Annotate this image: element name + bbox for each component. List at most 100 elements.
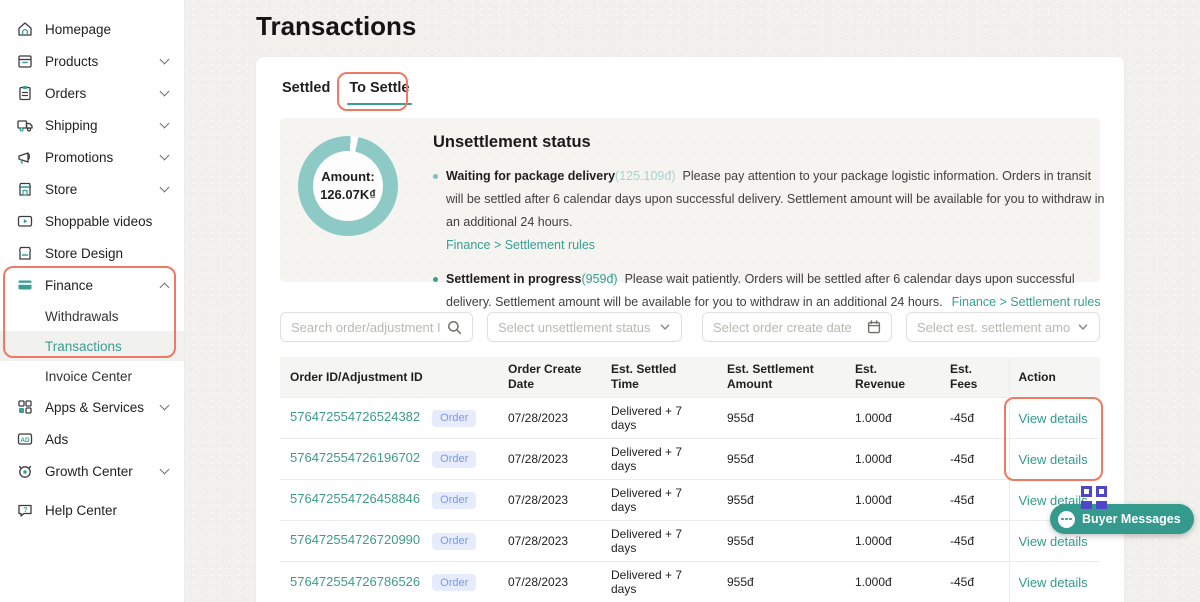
notice-amount: (959đ)	[581, 272, 617, 286]
view-details-link[interactable]: View details	[1019, 575, 1088, 590]
sidebar-item-label: Help Center	[45, 503, 117, 518]
sidebar-item-products[interactable]: Products	[0, 45, 184, 77]
order-id-link[interactable]: 576472554726786526	[290, 574, 420, 589]
sidebar-item-label: Products	[45, 54, 98, 69]
notice-amount: (125.109đ)	[615, 169, 675, 183]
est-revenue: 1.000đ	[845, 439, 940, 480]
orders-icon	[16, 84, 34, 102]
view-details-link[interactable]: View details	[1019, 411, 1088, 426]
est-fees: -45đ	[940, 398, 1009, 439]
sidebar-item-growth-center[interactable]: Growth Center	[0, 455, 184, 487]
est-settlement-amount: 955đ	[717, 398, 845, 439]
order-id-link[interactable]: 576472554726196702	[290, 450, 420, 465]
svg-text:AD: AD	[20, 437, 30, 444]
transactions-table: Order ID/Adjustment IDOrder Create DateE…	[280, 357, 1100, 602]
est-revenue: 1.000đ	[845, 398, 940, 439]
order-type-badge: Order	[432, 492, 476, 509]
est-fees: -45đ	[940, 521, 1009, 562]
order-type-badge: Order	[432, 451, 476, 468]
table-row: 576472554726720990Order07/28/2023Deliver…	[280, 521, 1100, 562]
chevron-down-icon[interactable]	[659, 321, 671, 333]
search-order-filter[interactable]	[280, 312, 473, 342]
sidebar-item-apps-services[interactable]: Apps & Services	[0, 391, 184, 423]
chevron-down-icon	[160, 182, 170, 192]
bullet-dot-icon	[433, 174, 438, 179]
sidebar-item-ads[interactable]: ADAds	[0, 423, 184, 455]
chat-bubble-icon	[1058, 511, 1075, 528]
products-icon	[16, 52, 34, 70]
chevron-down-icon	[160, 400, 170, 410]
column-header: Est. Settlement Amount	[717, 357, 845, 398]
sidebar-item-shoppable-videos[interactable]: Shoppable videos	[0, 205, 184, 237]
est-settlement-amount-input[interactable]	[917, 320, 1071, 335]
buyer-messages-label: Buyer Messages	[1082, 512, 1181, 526]
sidebar-item-homepage[interactable]: Homepage	[0, 13, 184, 45]
finance-icon	[16, 276, 34, 294]
column-header: Action	[1009, 357, 1100, 398]
unsettlement-status-select[interactable]	[487, 312, 682, 342]
est-settlement-amount-select[interactable]	[906, 312, 1100, 342]
store-icon	[16, 180, 34, 198]
order-type-badge: Order	[432, 533, 476, 550]
order-id-link[interactable]: 576472554726458846	[290, 491, 420, 506]
est-settlement-amount: 955đ	[717, 480, 845, 521]
sidebar-item-promotions[interactable]: Promotions	[0, 141, 184, 173]
chevron-down-icon	[160, 86, 170, 96]
sidebar-item-help-center[interactable]: ? Help Center	[0, 494, 184, 526]
order-id-link[interactable]: 576472554726524382	[290, 409, 420, 424]
column-header: Est. Fees	[940, 357, 1009, 398]
main-content: Transactions Settled To Settle Amount: 1…	[185, 0, 1200, 602]
table-row: 576472554726196702 Order 07/28/2023Deliver…	[280, 439, 1100, 480]
tab-to-settle[interactable]: To Settle	[349, 80, 409, 105]
sidebar-item-label: Store Design	[45, 246, 123, 261]
sidebar-item-store[interactable]: Store	[0, 173, 184, 205]
chevron-down-icon[interactable]	[1077, 321, 1089, 333]
sidebar-item-orders[interactable]: Orders	[0, 77, 184, 109]
view-details-link[interactable]: View details	[1019, 452, 1088, 467]
order-id-link[interactable]: 576472554726720990	[290, 532, 420, 547]
chevron-down-icon	[160, 464, 170, 474]
sidebar-item-label: Withdrawals	[45, 309, 119, 324]
calendar-icon[interactable]	[867, 320, 881, 334]
est-settled-time: Delivered + 7 days	[601, 521, 717, 562]
sidebar-item-label: Promotions	[45, 150, 113, 165]
growth-icon	[16, 462, 34, 480]
est-fees: -45đ	[940, 562, 1009, 602]
est-revenue: 1.000đ	[845, 521, 940, 562]
sidebar-item-transactions[interactable]: Transactions	[0, 331, 184, 361]
promotions-icon	[16, 148, 34, 166]
settlement-rules-link[interactable]: Finance > Settlement rules	[952, 295, 1101, 309]
unsettlement-status-input[interactable]	[498, 320, 653, 335]
est-fees: -45đ	[940, 439, 1009, 480]
order-type-badge: Order	[432, 574, 476, 591]
tab-settled[interactable]: Settled	[282, 80, 330, 105]
sidebar-item-finance[interactable]: Finance	[0, 269, 184, 301]
sidebar: Homepage Products OrdersShipping Promotions…	[0, 0, 185, 602]
est-settlement-amount: 955đ	[717, 439, 845, 480]
notice-bold-label: Waiting for package delivery	[446, 169, 615, 183]
sidebar-item-shipping[interactable]: Shipping	[0, 109, 184, 141]
order-create-date: 07/28/2023	[498, 439, 601, 480]
est-revenue: 1.000đ	[845, 562, 940, 602]
buyer-messages-button[interactable]: Buyer Messages	[1050, 504, 1194, 534]
settlement-rules-link[interactable]: Finance > Settlement rules	[446, 234, 1105, 257]
tabs: Settled To Settle	[280, 80, 1100, 105]
sidebar-item-label: Transactions	[45, 339, 122, 354]
search-icon[interactable]	[447, 320, 462, 335]
sidebar-item-withdrawals[interactable]: Withdrawals	[0, 301, 184, 331]
order-create-date-picker[interactable]	[702, 312, 892, 342]
svg-text:?: ?	[23, 507, 27, 514]
bullet-dot-icon	[433, 277, 438, 282]
search-input[interactable]	[291, 320, 441, 335]
view-details-link[interactable]: View details	[1019, 534, 1088, 549]
order-create-date-input[interactable]	[713, 320, 861, 335]
donut-center-label: Amount: 126.07K₫	[298, 136, 398, 236]
sidebar-item-invoice-center[interactable]: Invoice Center	[0, 361, 184, 391]
table-row: 576472554726458846Order07/28/2023Deliver…	[280, 480, 1100, 521]
order-create-date: 07/28/2023	[498, 562, 601, 602]
est-settled-time: Delivered + 7 days	[601, 439, 717, 480]
column-header: Order ID/Adjustment ID	[280, 357, 498, 398]
sidebar-item-store-design[interactable]: Store Design	[0, 237, 184, 269]
shipping-icon	[16, 116, 34, 134]
chevron-down-icon	[160, 150, 170, 160]
